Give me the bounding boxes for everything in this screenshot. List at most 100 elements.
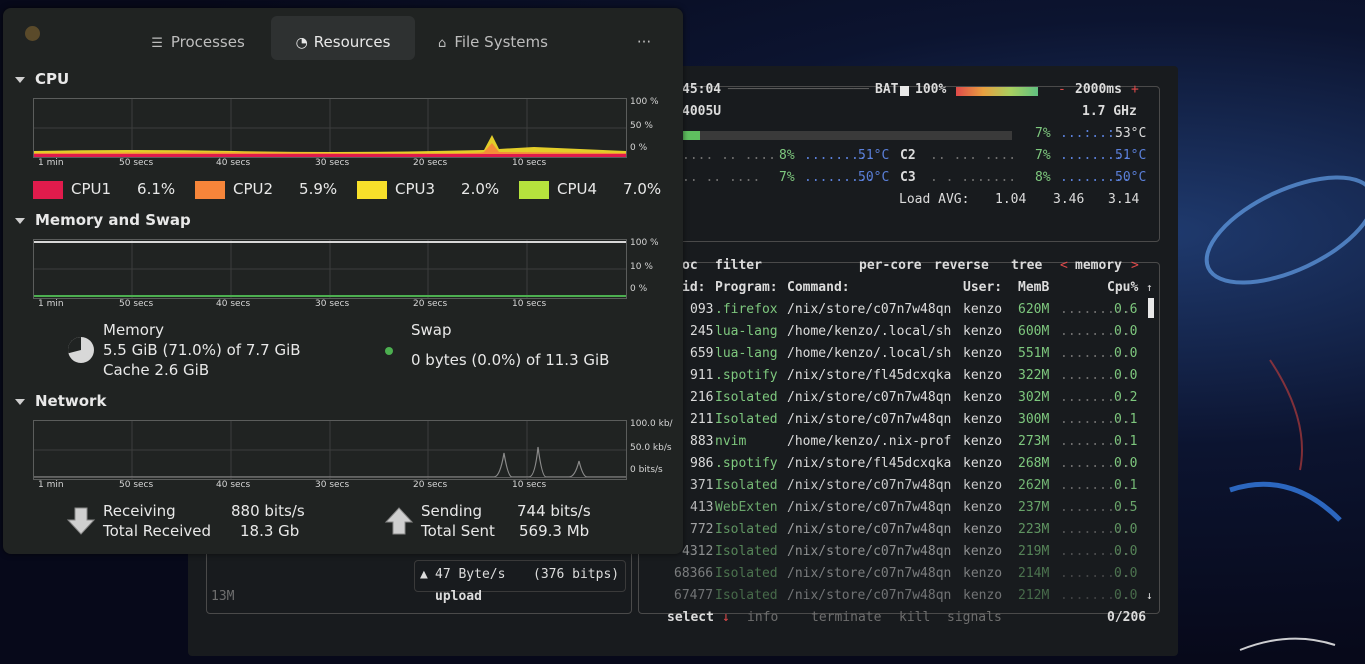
cpu4-color-button[interactable] xyxy=(519,180,549,199)
cpu-time-label: 10 secs xyxy=(512,158,547,168)
swap-label: Swap xyxy=(411,321,452,339)
sort-right-button[interactable]: > xyxy=(1131,255,1139,277)
net-y-label-50: 50.0 kb/s xyxy=(630,443,672,453)
core-4-percent: 8% xyxy=(1035,170,1051,185)
per-core-label: per-core xyxy=(859,258,922,273)
sending-value: 744 bits/s xyxy=(517,502,591,520)
refresh-minus-button[interactable]: - xyxy=(1058,79,1066,101)
refresh-plus-button[interactable]: + xyxy=(1131,79,1139,101)
upload-label: upload xyxy=(435,589,482,604)
per-core-button[interactable]: per-core xyxy=(859,255,922,277)
terminate-button[interactable]: terminate xyxy=(811,607,881,629)
scroll-down-icon[interactable]: ↓ xyxy=(1146,585,1153,607)
memory-usage: 5.5 GiB (71.0%) of 7.7 GiB xyxy=(103,341,301,359)
load-avg-label: Load AVG: xyxy=(899,192,970,207)
mem-y-label-100: 100 % xyxy=(630,238,659,248)
core-1-percent: 8% xyxy=(779,148,795,163)
col-pid: id: xyxy=(682,280,706,295)
kill-button[interactable]: kill xyxy=(899,607,930,629)
core-graph: .... .. .... xyxy=(682,148,776,163)
col-mem: MemB xyxy=(1018,280,1050,295)
cpu-y-label-100: 100 % xyxy=(630,97,659,107)
cpu-total-percent: 7% xyxy=(1035,126,1051,141)
network-section-header[interactable]: Network xyxy=(15,392,106,410)
process-row[interactable] xyxy=(678,365,1148,387)
scrollbar-thumb[interactable] xyxy=(1148,298,1154,318)
cpu2-color-button[interactable] xyxy=(195,180,225,199)
cpu-total-temp: 53°C xyxy=(1115,126,1147,141)
window-menu-button[interactable] xyxy=(25,26,40,41)
info-button[interactable]: info xyxy=(747,607,778,629)
mem-time-label: 40 secs xyxy=(216,299,251,309)
sort-field[interactable]: memory xyxy=(1075,255,1122,277)
signals-button[interactable]: signals xyxy=(947,607,1002,629)
total-received-label: Total Received xyxy=(103,522,212,540)
cpu-model: 4005U xyxy=(682,104,722,119)
upload-arrow-icon xyxy=(384,507,414,535)
process-row[interactable] xyxy=(678,453,1148,475)
tab-file-systems[interactable]: ⌂ File Systems xyxy=(423,16,563,60)
more-options-button[interactable]: ··· xyxy=(629,16,659,60)
select-button[interactable]: select xyxy=(667,607,714,629)
process-row[interactable] xyxy=(678,541,1148,563)
core-4-name: C3 xyxy=(900,170,916,185)
net-y-label-0: 0 bits/s xyxy=(630,465,663,475)
mem-time-label: 30 secs xyxy=(315,299,350,309)
net-y-label-100: 100.0 kb/ xyxy=(630,419,673,429)
tab-processes[interactable]: ☰ Processes xyxy=(138,16,258,60)
process-row[interactable] xyxy=(678,321,1148,343)
process-row[interactable] xyxy=(678,387,1148,409)
process-row[interactable] xyxy=(678,585,1148,607)
filter-button[interactable]: filter xyxy=(715,255,762,277)
cpu-graph xyxy=(33,98,627,158)
process-row[interactable] xyxy=(678,343,1148,365)
load-avg-15: 3.14 xyxy=(1108,192,1140,207)
process-count: 0/206 xyxy=(1107,610,1147,625)
mem-time-label: 20 secs xyxy=(413,299,448,309)
process-row[interactable] xyxy=(678,475,1148,497)
cpu-section-title: CPU xyxy=(35,70,70,88)
drive-icon: ⌂ xyxy=(438,36,447,51)
col-program: Program: xyxy=(715,280,778,295)
upload-arrow-icon: ▲ xyxy=(420,567,428,582)
cpu-total-bar xyxy=(682,131,1012,140)
clock: 45:04 xyxy=(682,82,722,97)
cpu-y-label-50: 50 % xyxy=(630,121,653,131)
reverse-button[interactable]: reverse xyxy=(934,255,989,277)
cpu1-color-button[interactable] xyxy=(33,180,63,199)
mem-y-label-10: 10 % xyxy=(630,262,653,272)
tab-resources[interactable]: ◔ Resources xyxy=(271,16,415,60)
sort-left-button[interactable]: < xyxy=(1060,255,1068,277)
load-avg-1: 1.04 xyxy=(995,192,1027,207)
col-command: Command: xyxy=(787,280,850,295)
total-sent-value: 569.3 Mb xyxy=(519,522,590,540)
cpu-section-header[interactable]: CPU xyxy=(15,70,69,88)
process-row[interactable] xyxy=(678,519,1148,541)
refresh-rate: 2000ms xyxy=(1075,82,1122,97)
core-4-temp: 50°C xyxy=(1115,170,1147,185)
mem-time-label: 50 secs xyxy=(119,299,154,309)
load-avg-5: 3.46 xyxy=(1053,192,1085,207)
receiving-value: 880 bits/s xyxy=(231,502,305,520)
process-row[interactable] xyxy=(678,431,1148,453)
net-time-label: 1 min xyxy=(38,480,64,490)
cpu-y-label-0: 0 % xyxy=(630,143,648,153)
swap-pie-icon xyxy=(385,347,393,355)
process-row[interactable] xyxy=(678,299,1148,321)
process-row[interactable] xyxy=(678,497,1148,519)
process-row[interactable] xyxy=(678,563,1148,585)
memory-section-header[interactable]: Memory and Swap xyxy=(15,211,191,229)
process-row[interactable] xyxy=(678,409,1148,431)
cpu-frequency: 1.7 GHz xyxy=(1082,104,1137,119)
core-3-percent: 7% xyxy=(779,170,795,185)
battery-meter xyxy=(956,87,1038,96)
memory-graph xyxy=(33,239,627,299)
tree-label: tree xyxy=(1011,258,1043,273)
net-time-label: 20 secs xyxy=(413,480,448,490)
mem-y-label-0: 0 % xyxy=(630,284,648,294)
tree-button[interactable]: tree xyxy=(1011,255,1042,277)
core-2-name: C2 xyxy=(900,148,916,163)
cpu3-color-button[interactable] xyxy=(357,180,387,199)
core-4-history: . . ....... xyxy=(930,170,1017,185)
tab-file-systems-label: File Systems xyxy=(454,33,548,51)
